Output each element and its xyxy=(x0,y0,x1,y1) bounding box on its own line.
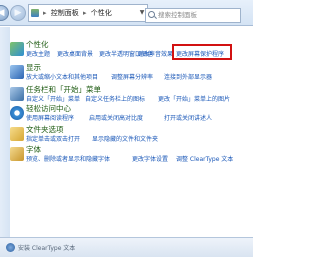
link-cleartype[interactable]: 调整 ClearType 文本 xyxy=(176,156,233,164)
control-panel-icon xyxy=(31,9,39,17)
link-show-hidden-files[interactable]: 显示隐藏的文件和文件夹 xyxy=(92,136,158,144)
back-button[interactable]: ◀ xyxy=(0,5,9,21)
control-panel-window: ◀ ▶ ▸ 控制面板 ▸ 个性化 ▼ 搜索控制面板 个性化 更改主题 更改桌面背… xyxy=(0,0,253,257)
breadcrumb-sep: ▸ xyxy=(43,9,47,17)
link-change-theme[interactable]: 更改主题 xyxy=(26,51,50,59)
link-font-settings[interactable]: 更改字体设置 xyxy=(132,156,168,164)
status-bar: 安装 ClearType 文本 xyxy=(0,237,253,257)
content-pane: 个性化 更改主题 更改桌面背景 更改半透明窗口颜色 更改声音效果 更改屏幕保护程… xyxy=(10,27,253,237)
link-narrator[interactable]: 打开或关闭讲述人 xyxy=(164,115,212,123)
link-external-display[interactable]: 连接到外部显示器 xyxy=(164,74,212,82)
link-customize-taskbar-icons[interactable]: 自定义任务栏上的图标 xyxy=(85,96,145,104)
folder-icon xyxy=(10,127,24,141)
display-icon xyxy=(10,65,24,79)
breadcrumb[interactable]: ▸ 控制面板 ▸ 个性化 ▼ xyxy=(28,4,148,22)
address-bar: ◀ ▶ ▸ 控制面板 ▸ 个性化 ▼ 搜索控制面板 xyxy=(0,0,253,26)
navigation-pane xyxy=(0,27,10,237)
category-title-personalization[interactable]: 个性化 xyxy=(26,40,49,50)
breadcrumb-item-control-panel[interactable]: 控制面板 xyxy=(51,9,79,17)
link-zoom-text[interactable]: 放大或缩小文本和其他项目 xyxy=(26,74,98,82)
search-input[interactable]: 搜索控制面板 xyxy=(145,8,241,23)
link-single-double-click[interactable]: 指定单击或双击打开 xyxy=(26,136,80,144)
taskbar-icon xyxy=(10,87,24,101)
info-icon xyxy=(6,243,15,252)
link-screen-resolution[interactable]: 调整屏幕分辨率 xyxy=(111,74,153,82)
personalization-icon xyxy=(10,42,24,56)
category-title-taskbar[interactable]: 任务栏和「开始」菜单 xyxy=(26,85,101,95)
search-placeholder: 搜索控制面板 xyxy=(158,11,197,19)
link-high-contrast[interactable]: 启用或关闭高对比度 xyxy=(89,115,143,123)
link-change-start-picture[interactable]: 更改「开始」菜单上的图片 xyxy=(158,96,230,104)
category-title-display[interactable]: 显示 xyxy=(26,63,41,73)
category-title-folder-options[interactable]: 文件夹选项 xyxy=(26,125,64,135)
category-title-ease-of-access[interactable]: 轻松访问中心 xyxy=(26,104,71,114)
link-change-sound-effects[interactable]: 更改声音效果 xyxy=(137,51,173,59)
highlight-box xyxy=(172,44,232,60)
category-title-fonts[interactable]: 字体 xyxy=(26,145,41,155)
link-preview-fonts[interactable]: 预览、删除或者显示和隐藏字体 xyxy=(26,156,110,164)
breadcrumb-sep: ▸ xyxy=(82,9,87,17)
forward-button[interactable]: ▶ xyxy=(10,5,26,21)
fonts-icon xyxy=(10,147,24,161)
link-screen-reader[interactable]: 使用屏幕阅读程序 xyxy=(26,115,74,123)
link-change-desktop-background[interactable]: 更改桌面背景 xyxy=(57,51,93,59)
breadcrumb-item-personalization[interactable]: 个性化 xyxy=(91,9,112,17)
status-text: 安装 ClearType 文本 xyxy=(18,245,76,252)
link-customize-start-menu[interactable]: 自定义「开始」菜单 xyxy=(26,96,80,104)
ease-of-access-icon xyxy=(10,106,24,120)
search-icon xyxy=(148,11,155,18)
